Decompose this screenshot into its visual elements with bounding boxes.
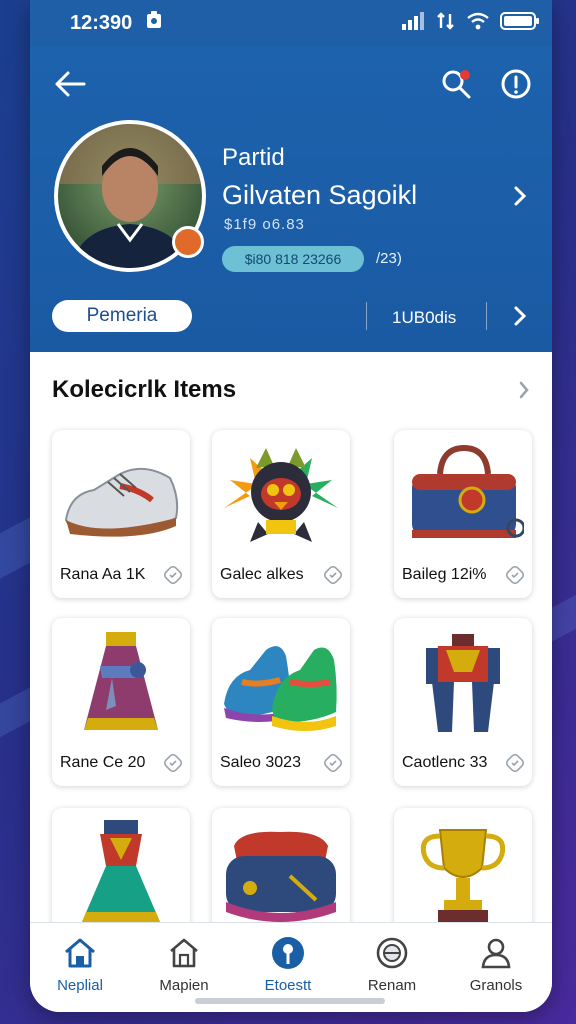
wifi-icon [466,12,490,35]
divider [366,302,367,330]
verified-badge-icon [172,226,204,258]
nav-item-rewards[interactable]: Renam [342,935,442,995]
status-bar: 12:390 [30,0,552,46]
nav-label: Renam [367,977,417,994]
trophy-icon [402,816,524,934]
battery-icon [500,11,540,36]
section-more-button[interactable] [512,378,536,402]
chevron-right-icon [519,381,529,399]
store-icon [170,938,198,968]
dress-icon [60,626,182,744]
phone-screen: 12:390 Partid Gilvaten Sagoikl $1f9 o6.8… [30,0,552,1012]
profile-name-first: Partid [222,144,285,171]
nav-item-explore[interactable]: Etoestt [238,935,338,995]
info-icon [501,69,531,99]
item-card[interactable]: Saleo 3023 [212,618,350,786]
arrow-left-icon [55,71,86,97]
item-label: Baileg 12i% [402,566,487,583]
bag-icon [402,438,526,556]
costume-icon [402,626,524,744]
status-time: 12:390 [70,11,133,34]
nav-item-profile[interactable]: Granols [446,935,546,995]
tag-icon [323,565,343,585]
action-value: 1UB0dis [392,308,457,327]
item-card[interactable]: Baileg 12i% [394,430,532,598]
item-card[interactable]: Rane Ce 20 [52,618,190,786]
item-label: Rana Aa 1K [60,566,146,583]
tag-icon [505,753,525,773]
profile-header: Partid Gilvaten Sagoikl $1f9 o6.83 $i80 … [30,46,552,352]
item-card[interactable]: Caotlenc 33 [394,618,532,786]
nav-label: Mapien [159,977,209,994]
item-label: Saleo 3023 [220,754,301,771]
nav-item-home[interactable]: Neplial [30,935,130,995]
item-label: Caotlenc 33 [402,754,488,771]
item-card[interactable]: Galec alkes [212,430,350,598]
home-icon [65,938,95,968]
search-button[interactable] [438,66,474,102]
data-icon [436,11,456,35]
item-label: Galec alkes [220,566,304,583]
profile-subtitle: $1f9 o6.83 [224,216,305,233]
item-label: Rane Ce 20 [60,754,146,771]
chevron-right-icon [514,186,527,206]
nav-label: Etoestt [264,977,312,994]
nav-label: Granols [469,977,523,994]
case-icon [220,816,342,934]
item-card[interactable]: Rana Aa 1K [52,430,190,598]
action-next-button[interactable] [508,302,532,330]
signal-icon [402,11,426,35]
chevron-right-icon [514,306,527,326]
armor-icon [60,816,182,934]
info-button[interactable] [498,66,534,102]
tag-icon [163,753,183,773]
tag-icon [323,753,343,773]
section-title: Kolecicrlk Items [52,376,237,403]
search-icon [442,70,471,99]
avatar[interactable] [54,120,206,272]
profile-name-full: Gilvaten Sagoikl [222,180,418,210]
profile-expand-button[interactable] [508,182,532,210]
stat-aside: /23) [376,250,402,267]
sneaker-colorful-icon [220,626,342,744]
tag-icon [163,565,183,585]
badge-icon [376,937,408,969]
primary-action-button[interactable]: Pemeria [52,300,192,332]
back-button[interactable] [52,66,88,102]
pin-icon [272,937,304,969]
stat-pill: $i80 818 23266 [222,246,364,272]
divider [486,302,487,330]
profile-icon [481,938,511,969]
tag-icon [505,565,525,585]
sneaker-icon [60,438,182,556]
home-indicator [195,998,385,1004]
notification-app-icon [146,11,162,35]
mascot-icon [220,438,342,556]
nav-label: Neplial [57,977,103,994]
nav-item-store[interactable]: Mapien [134,935,234,995]
